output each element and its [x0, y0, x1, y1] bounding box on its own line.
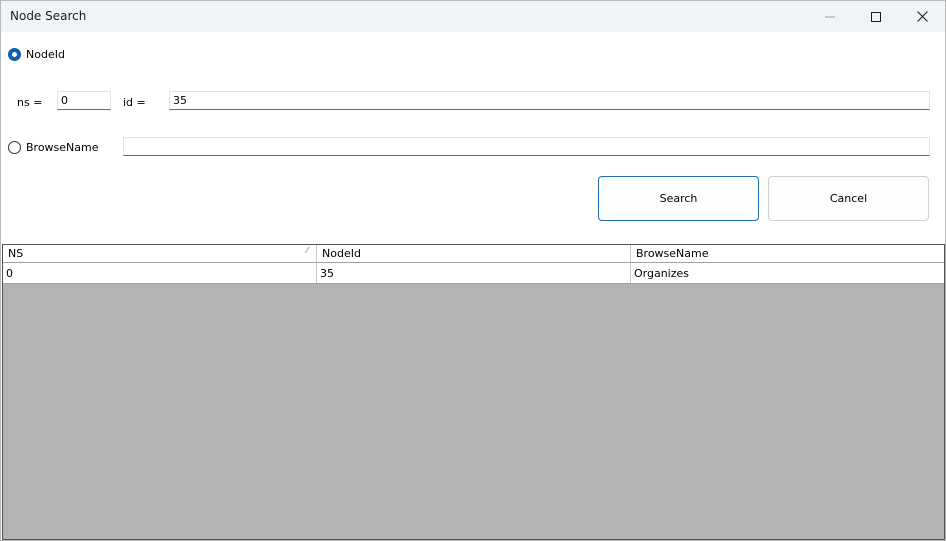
- id-label: id =: [123, 96, 146, 109]
- browsename-radio[interactable]: [8, 141, 21, 154]
- sort-indicator-icon: ⁄: [306, 246, 308, 256]
- maximize-icon: [871, 11, 881, 22]
- column-header-browsename[interactable]: BrowseName: [631, 245, 944, 262]
- nodeid-radio-label[interactable]: NodeId: [26, 48, 65, 61]
- column-header-nodeid[interactable]: NodeId: [317, 245, 631, 262]
- ns-label: ns =: [17, 96, 43, 109]
- cell-nodeid[interactable]: 35: [317, 263, 631, 283]
- cancel-button[interactable]: Cancel: [768, 176, 929, 221]
- column-header-label: NS: [8, 247, 24, 260]
- cell-ns[interactable]: 0: [3, 263, 317, 283]
- window-title: Node Search: [10, 9, 87, 23]
- search-button[interactable]: Search: [598, 176, 759, 221]
- maximize-button[interactable]: [853, 1, 899, 32]
- grid-header: NS ⁄ NodeId BrowseName: [3, 245, 944, 263]
- nodeid-radio[interactable]: [8, 48, 21, 61]
- browsename-input[interactable]: [123, 137, 930, 156]
- title-bar: Node Search: [1, 1, 945, 32]
- close-button[interactable]: [899, 1, 945, 32]
- cell-browsename[interactable]: Organizes: [631, 263, 944, 283]
- column-header-label: NodeId: [322, 247, 361, 260]
- ns-input[interactable]: 0: [57, 91, 111, 110]
- minimize-button[interactable]: [807, 1, 853, 32]
- browsename-radio-label[interactable]: BrowseName: [26, 141, 99, 154]
- node-search-window: Node Search NodeId ns = 0 id = 35 Browse…: [0, 0, 946, 541]
- minimize-icon: [825, 16, 835, 17]
- column-header-ns[interactable]: NS ⁄: [3, 245, 317, 262]
- id-input[interactable]: 35: [169, 91, 930, 110]
- table-row[interactable]: 0 35 Organizes: [3, 263, 944, 284]
- close-icon: [916, 11, 928, 22]
- results-grid[interactable]: NS ⁄ NodeId BrowseName 0 35 Organizes: [2, 244, 945, 540]
- column-header-label: BrowseName: [636, 247, 709, 260]
